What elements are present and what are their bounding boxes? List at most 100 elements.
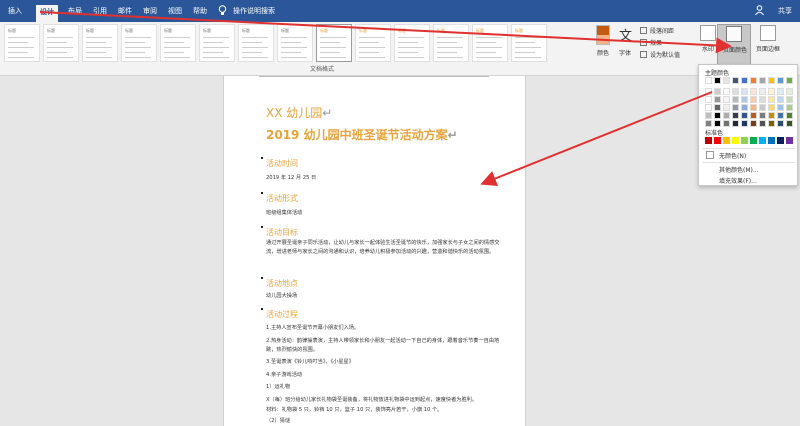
color-swatch[interactable] <box>777 96 784 103</box>
tab-view[interactable]: 视图 <box>164 4 186 18</box>
color-swatch[interactable] <box>750 96 757 103</box>
color-swatch[interactable] <box>723 88 730 95</box>
color-swatch[interactable] <box>741 77 748 84</box>
tab-review[interactable]: 审阅 <box>139 4 161 18</box>
page-borders-button[interactable]: 页面边框 <box>752 44 784 53</box>
color-swatch[interactable] <box>705 112 712 119</box>
color-swatch[interactable] <box>786 104 793 111</box>
style-set-thumb[interactable]: 标题 <box>433 24 469 62</box>
color-swatch[interactable] <box>723 120 730 127</box>
color-swatch[interactable] <box>732 112 739 119</box>
style-set-thumb[interactable]: 标题 <box>355 24 391 62</box>
style-set-thumb[interactable]: 标题 <box>316 24 352 62</box>
style-set-thumb[interactable]: 标题 <box>277 24 313 62</box>
color-swatch[interactable] <box>714 77 721 84</box>
color-swatch[interactable] <box>723 77 730 84</box>
color-swatch[interactable] <box>759 96 766 103</box>
share-button[interactable]: 共享 <box>778 6 792 16</box>
style-set-thumb[interactable]: 标题 <box>472 24 508 62</box>
standard-color-swatch[interactable] <box>759 137 766 144</box>
color-swatch[interactable] <box>741 104 748 111</box>
color-swatch[interactable] <box>714 96 721 103</box>
colors-button[interactable]: 颜色 <box>593 48 613 57</box>
standard-color-swatch[interactable] <box>714 137 721 144</box>
no-color-item[interactable]: 无颜色(N) <box>719 151 746 160</box>
color-swatch[interactable] <box>750 120 757 127</box>
color-swatch[interactable] <box>768 120 775 127</box>
color-swatch[interactable] <box>786 77 793 84</box>
style-set-thumb[interactable]: 标题 <box>43 24 79 62</box>
color-swatch[interactable] <box>705 120 712 127</box>
color-swatch[interactable] <box>786 88 793 95</box>
color-swatch[interactable] <box>777 88 784 95</box>
style-set-thumb[interactable]: 标题 <box>511 24 547 62</box>
color-swatch[interactable] <box>705 96 712 103</box>
color-swatch[interactable] <box>750 88 757 95</box>
color-swatch[interactable] <box>777 120 784 127</box>
style-set-thumb[interactable]: 标题 <box>394 24 430 62</box>
standard-color-swatch[interactable] <box>723 137 730 144</box>
tab-layout[interactable]: 布局 <box>64 4 86 18</box>
color-swatch[interactable] <box>741 88 748 95</box>
color-swatch[interactable] <box>777 104 784 111</box>
color-swatch[interactable] <box>714 112 721 119</box>
tab-mailings[interactable]: 邮件 <box>114 4 136 18</box>
fill-effects-item[interactable]: 填充效果(F)... <box>719 176 757 185</box>
gallery-scroll-arrows[interactable] <box>546 24 554 62</box>
color-swatch[interactable] <box>777 77 784 84</box>
page-color-button[interactable]: 页面颜色 <box>717 24 751 69</box>
color-swatch[interactable] <box>732 77 739 84</box>
color-swatch[interactable] <box>750 112 757 119</box>
color-swatch[interactable] <box>723 112 730 119</box>
style-set-thumb[interactable]: 标题 <box>121 24 157 62</box>
color-swatch[interactable] <box>768 112 775 119</box>
color-swatch[interactable] <box>705 77 712 84</box>
style-set-thumb[interactable]: 标题 <box>160 24 196 62</box>
color-swatch[interactable] <box>759 88 766 95</box>
standard-color-swatch[interactable] <box>777 137 784 144</box>
more-colors-item[interactable]: 其他颜色(M)... <box>719 165 759 174</box>
tab-references[interactable]: 引用 <box>89 4 111 18</box>
tab-insert[interactable]: 插入 <box>4 4 26 18</box>
color-swatch[interactable] <box>786 120 793 127</box>
document-canvas[interactable]: XX 幼儿园↵ 2019 幼儿园中班圣诞节活动方案↵ 活动时间 2019 年 1… <box>0 76 800 426</box>
color-swatch[interactable] <box>732 104 739 111</box>
tell-me-search[interactable]: 操作说明搜索 <box>233 6 275 16</box>
color-swatch[interactable] <box>714 104 721 111</box>
tab-design[interactable]: 设计 <box>36 5 58 22</box>
color-swatch[interactable] <box>759 77 766 84</box>
color-swatch[interactable] <box>750 104 757 111</box>
color-swatch[interactable] <box>732 88 739 95</box>
color-swatch[interactable] <box>768 96 775 103</box>
color-swatch[interactable] <box>723 104 730 111</box>
color-swatch[interactable] <box>786 96 793 103</box>
color-swatch[interactable] <box>768 104 775 111</box>
color-swatch[interactable] <box>705 104 712 111</box>
color-swatch[interactable] <box>714 120 721 127</box>
color-swatch[interactable] <box>759 104 766 111</box>
effects-button[interactable]: 效果 <box>640 38 662 47</box>
standard-color-swatch[interactable] <box>705 137 712 144</box>
color-swatch[interactable] <box>723 96 730 103</box>
document-page[interactable]: XX 幼儿园↵ 2019 幼儿园中班圣诞节活动方案↵ 活动时间 2019 年 1… <box>223 76 526 426</box>
standard-color-swatch[interactable] <box>768 137 775 144</box>
style-set-thumb[interactable]: 标题 <box>4 24 40 62</box>
color-swatch[interactable] <box>777 112 784 119</box>
color-swatch[interactable] <box>759 120 766 127</box>
color-swatch[interactable] <box>768 77 775 84</box>
standard-color-swatch[interactable] <box>786 137 793 144</box>
standard-color-swatch[interactable] <box>741 137 748 144</box>
color-swatch[interactable] <box>750 77 757 84</box>
style-set-thumb[interactable]: 标题 <box>238 24 274 62</box>
style-set-thumb[interactable]: 标题 <box>199 24 235 62</box>
color-swatch[interactable] <box>732 120 739 127</box>
standard-color-swatch[interactable] <box>750 137 757 144</box>
paragraph-spacing-button[interactable]: 段落间距 <box>640 26 674 35</box>
standard-color-swatch[interactable] <box>732 137 739 144</box>
color-swatch[interactable] <box>741 112 748 119</box>
tab-help[interactable]: 帮助 <box>189 4 211 18</box>
color-swatch[interactable] <box>714 88 721 95</box>
color-swatch[interactable] <box>786 112 793 119</box>
color-swatch[interactable] <box>741 120 748 127</box>
color-swatch[interactable] <box>705 88 712 95</box>
